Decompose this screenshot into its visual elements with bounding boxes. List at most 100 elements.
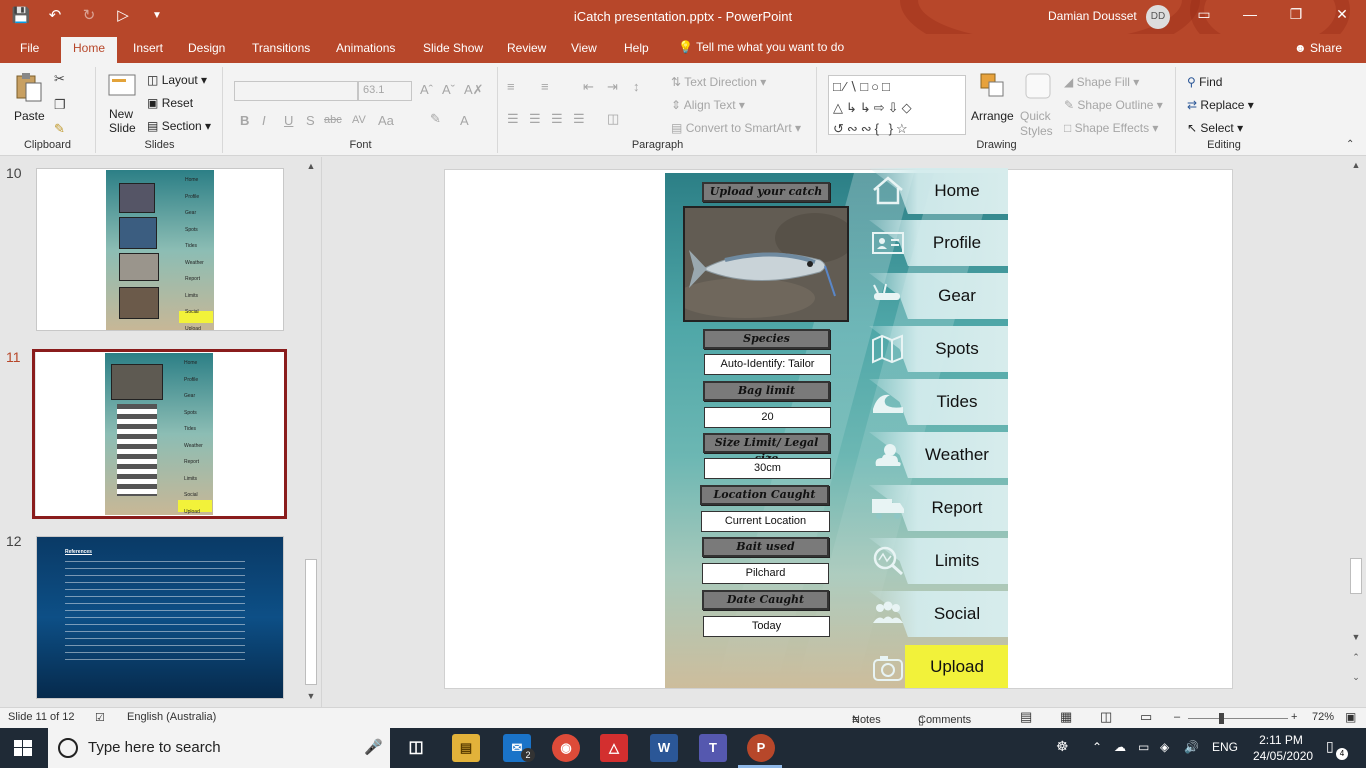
fit-to-window-icon[interactable]: ▣ bbox=[1345, 710, 1356, 724]
tab-view[interactable]: View bbox=[571, 41, 597, 55]
scroll-down-icon[interactable]: ▼ bbox=[1349, 632, 1363, 642]
tab-design[interactable]: Design bbox=[188, 41, 225, 55]
editor-scrollbar[interactable]: ▲ ▼ ⌃ ⌄ bbox=[1348, 158, 1364, 706]
font-color-button[interactable]: A bbox=[460, 113, 469, 128]
scroll-up-icon[interactable]: ▲ bbox=[304, 161, 318, 171]
slide-thumbnail-10[interactable]: Home Profile Gear Spots Tides Weather Re… bbox=[36, 168, 284, 331]
reset-button[interactable]: ▣ Reset bbox=[147, 96, 193, 110]
columns-icon[interactable]: ◫ bbox=[607, 111, 619, 127]
slide-thumbnail-11[interactable]: Home Profile Gear Spots Tides Weather Re… bbox=[36, 352, 284, 516]
quick-styles-button[interactable]: Quick Styles bbox=[1020, 109, 1053, 139]
slide-thumbnail-12[interactable]: References bbox=[36, 536, 284, 699]
minimize-icon[interactable]: — bbox=[1238, 6, 1262, 22]
teams-icon[interactable]: T bbox=[699, 734, 727, 762]
zoom-slider-thumb[interactable] bbox=[1219, 713, 1224, 724]
share-button[interactable]: ☻ Share bbox=[1294, 41, 1342, 55]
reading-view-icon[interactable]: ◫ bbox=[1100, 709, 1112, 725]
tab-home[interactable]: Home bbox=[61, 37, 118, 63]
ribbon-display-options-icon[interactable]: ▭ bbox=[1192, 6, 1216, 23]
select-button[interactable]: ↖ Select ▾ bbox=[1187, 121, 1243, 135]
character-spacing-button[interactable]: AV bbox=[352, 114, 366, 126]
decrease-font-icon[interactable]: Aˇ bbox=[442, 82, 455, 97]
next-slide-icon[interactable]: ⌄ bbox=[1349, 672, 1363, 683]
wifi-icon[interactable]: ◈ bbox=[1160, 740, 1169, 754]
font-size-box[interactable]: 63.1 bbox=[358, 81, 412, 101]
scroll-down-icon[interactable]: ▼ bbox=[304, 691, 318, 701]
notification-center-icon[interactable]: ▯ bbox=[1326, 738, 1334, 755]
spelling-icon[interactable]: ☑ bbox=[95, 711, 105, 724]
highlight-icon[interactable]: ✎ bbox=[430, 111, 441, 127]
scroll-up-icon[interactable]: ▲ bbox=[1349, 160, 1363, 170]
battery-icon[interactable]: ▭ bbox=[1138, 740, 1149, 754]
zoom-in-icon[interactable]: + bbox=[1291, 711, 1297, 723]
change-case-button[interactable]: Aa bbox=[378, 113, 394, 128]
size-limit-field[interactable]: 30cm bbox=[704, 458, 831, 479]
windows-start-icon[interactable] bbox=[14, 740, 32, 756]
tab-review[interactable]: Review bbox=[507, 41, 546, 55]
date-field[interactable]: Today bbox=[703, 616, 830, 637]
align-center-icon[interactable]: ☰ bbox=[529, 111, 541, 127]
thumbnail-scrollbar[interactable]: ▲ ▼ bbox=[304, 159, 318, 705]
tab-help[interactable]: Help bbox=[624, 41, 649, 55]
clear-formatting-icon[interactable]: A✗ bbox=[464, 82, 484, 98]
bag-limit-field[interactable]: 20 bbox=[704, 407, 831, 428]
tell-me-search[interactable]: 💡 Tell me what you want to do bbox=[678, 40, 844, 54]
align-left-icon[interactable]: ☰ bbox=[507, 111, 519, 127]
slideshow-icon[interactable]: ▭ bbox=[1140, 709, 1152, 725]
bait-field[interactable]: Pilchard bbox=[702, 563, 829, 584]
layout-button[interactable]: ◫ Layout ▾ bbox=[147, 73, 207, 87]
copy-icon[interactable]: ❐ bbox=[54, 97, 66, 113]
zoom-out-icon[interactable]: – bbox=[1174, 711, 1180, 723]
decrease-indent-icon[interactable]: ⇤ bbox=[583, 79, 594, 95]
increase-font-icon[interactable]: Aˆ bbox=[420, 82, 433, 97]
underline-button[interactable]: U bbox=[284, 113, 293, 128]
people-tray-icon[interactable]: ☸ bbox=[1056, 738, 1069, 755]
avatar[interactable]: DD bbox=[1146, 5, 1170, 29]
onedrive-icon[interactable]: ☁ bbox=[1114, 740, 1126, 754]
acrobat-icon[interactable]: △ bbox=[600, 734, 628, 762]
word-icon[interactable]: W bbox=[650, 734, 678, 762]
tab-transitions[interactable]: Transitions bbox=[252, 41, 310, 55]
system-clock[interactable]: 2:11 PM 24/05/2020 bbox=[1253, 732, 1313, 764]
font-name-box[interactable] bbox=[234, 81, 358, 101]
zoom-slider[interactable] bbox=[1188, 718, 1288, 719]
format-painter-icon[interactable]: ✎ bbox=[54, 121, 65, 137]
input-language[interactable]: ENG bbox=[1212, 740, 1238, 754]
file-explorer-icon[interactable]: ▤ bbox=[452, 734, 480, 762]
user-name[interactable]: Damian Dousset bbox=[1048, 9, 1137, 23]
convert-smartart-button[interactable]: ▤ Convert to SmartArt ▾ bbox=[671, 121, 801, 135]
restore-icon[interactable]: ❐ bbox=[1284, 6, 1308, 23]
language-indicator[interactable]: English (Australia) bbox=[127, 711, 216, 723]
shape-fill-button[interactable]: ◢ Shape Fill ▾ bbox=[1064, 75, 1139, 89]
strikethrough-button[interactable]: abc bbox=[324, 114, 342, 126]
bullets-icon[interactable]: ≡ bbox=[507, 79, 515, 94]
task-view-icon[interactable]: ◫ bbox=[402, 734, 430, 762]
taskbar-search[interactable]: Type here to search 🎤 bbox=[48, 728, 390, 768]
show-hidden-icons[interactable]: ⌃ bbox=[1092, 740, 1102, 754]
slide-sorter-icon[interactable]: ▦ bbox=[1060, 709, 1072, 725]
location-field[interactable]: Current Location bbox=[701, 511, 830, 532]
shadow-button[interactable]: S bbox=[306, 113, 315, 128]
collapse-ribbon-icon[interactable]: ⌃ bbox=[1346, 139, 1354, 150]
shape-effects-button[interactable]: □ Shape Effects ▾ bbox=[1064, 121, 1158, 135]
editor-scroll-thumb[interactable] bbox=[1350, 558, 1362, 594]
paste-icon[interactable] bbox=[14, 71, 44, 103]
text-direction-button[interactable]: ⇅ Text Direction ▾ bbox=[671, 75, 766, 89]
paste-button[interactable]: Paste bbox=[14, 109, 45, 123]
italic-button[interactable]: I bbox=[262, 113, 266, 128]
replace-button[interactable]: ⇄ Replace ▾ bbox=[1187, 98, 1254, 112]
align-text-button[interactable]: ⇕ Align Text ▾ bbox=[671, 98, 745, 112]
justify-icon[interactable]: ☰ bbox=[573, 111, 585, 127]
quick-styles-icon[interactable] bbox=[1023, 71, 1053, 103]
shape-outline-button[interactable]: ✎ Shape Outline ▾ bbox=[1064, 98, 1163, 112]
arrange-button[interactable]: Arrange bbox=[971, 109, 1014, 123]
line-spacing-icon[interactable]: ↕ bbox=[633, 79, 640, 94]
thumbnail-scroll-thumb[interactable] bbox=[305, 559, 317, 685]
tab-animations[interactable]: Animations bbox=[336, 41, 395, 55]
increase-indent-icon[interactable]: ⇥ bbox=[607, 79, 618, 95]
tab-insert[interactable]: Insert bbox=[133, 41, 163, 55]
new-slide-icon[interactable] bbox=[107, 71, 137, 103]
new-slide-button[interactable]: New Slide bbox=[109, 107, 136, 135]
zoom-level[interactable]: 72% bbox=[1312, 711, 1334, 723]
bold-button[interactable]: B bbox=[240, 113, 249, 128]
